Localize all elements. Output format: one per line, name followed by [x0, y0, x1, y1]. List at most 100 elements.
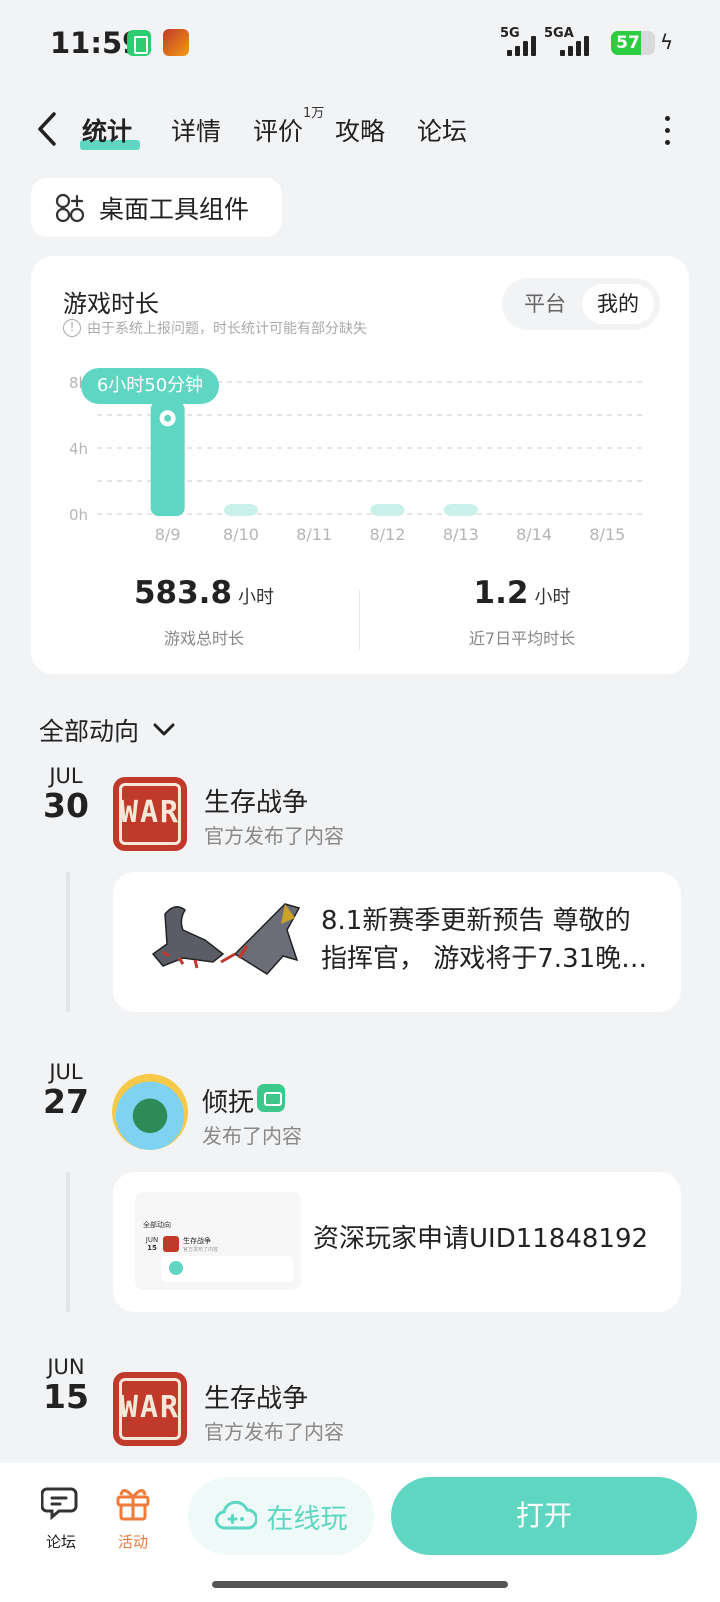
play-online-button[interactable]: 在线玩 [188, 1477, 374, 1555]
feed-date-month: JUL [49, 1060, 83, 1084]
battery-icon: 57 [611, 31, 655, 55]
thumb-game-avatar [163, 1236, 179, 1252]
verified-player-icon [257, 1084, 285, 1112]
selected-bar-marker-dot [164, 414, 172, 422]
battery-level: 57 [616, 33, 640, 53]
info-icon: ! [63, 319, 81, 337]
open-game-button[interactable]: 打开 [391, 1477, 697, 1555]
more-menu-icon[interactable] [665, 116, 671, 146]
signal-5ga-icon [560, 34, 589, 56]
y-tick-label: 0h [69, 506, 88, 524]
user-avatar[interactable] [112, 1074, 188, 1150]
charging-icon: ϟ [660, 30, 674, 54]
x-tick-label: 8/10 [223, 525, 259, 544]
feed-author-subtitle: 官方发布了内容 [204, 1420, 344, 1444]
post-card[interactable]: 全部动向 JUN 15 生存战争 官方发布了内容 资深玩家申请UID1184819… [113, 1172, 681, 1312]
top-nav: 统计 详情 评价 1万 攻略 论坛 [0, 100, 720, 160]
game-avatar-text: WAR [119, 795, 181, 830]
timeline-line [66, 872, 70, 1012]
game-avatar[interactable]: WAR [113, 1372, 187, 1446]
avg-play-time-value: 1.2 [473, 575, 529, 611]
desktop-widget-label: 桌面工具组件 [99, 194, 250, 224]
feed-date-month: JUN [47, 1355, 85, 1379]
total-play-time-caption: 游戏总时长 [163, 629, 244, 648]
platform-mine-toggle: 平台 我的 [502, 278, 660, 330]
x-tick-label: 8/13 [443, 525, 479, 544]
timeline-line [66, 1172, 70, 1312]
play-online-label: 在线玩 [266, 1503, 348, 1535]
home-indicator[interactable] [212, 1581, 508, 1588]
gift-icon [116, 1489, 150, 1521]
x-tick-label: 8/9 [155, 525, 181, 544]
play-time-note-text: 由于系统上报问题，时长统计可能有部分缺失 [87, 321, 367, 337]
total-play-time-value: 583.8 [133, 575, 233, 611]
chart-bar[interactable] [370, 504, 405, 516]
thumb-date: JUN 15 [143, 1236, 161, 1252]
feed-date: JUN 15 [36, 1355, 96, 1415]
forum-chat-icon [40, 1487, 78, 1521]
avg-play-time-caption: 近7日平均时长 [468, 629, 576, 648]
post-card[interactable]: 8.1新赛季更新预告 尊敬的 指挥官， 游戏将于7.31晚… [113, 872, 681, 1012]
forum-nav-label: 论坛 [45, 1533, 76, 1551]
game-app-icon [163, 29, 189, 56]
post-text-line2: 指挥官， 游戏将于7.31晚… [321, 944, 648, 974]
widgets-icon [55, 193, 85, 222]
toggle-platform[interactable]: 平台 [510, 284, 580, 324]
feed-author-subtitle: 发布了内容 [202, 1124, 302, 1148]
activity-nav-label: 活动 [117, 1533, 148, 1551]
feed-date: JUL 27 [36, 1060, 96, 1120]
feed-date-day: 27 [43, 1082, 89, 1121]
notification-app-icon [127, 30, 151, 56]
y-tick-label: 4h [69, 440, 88, 458]
x-tick-label: 8/15 [589, 525, 625, 544]
activity-nav-button[interactable]: 活动 [103, 1485, 163, 1552]
feed-date-month: JUL [49, 764, 83, 788]
post-thumbnail: 全部动向 JUN 15 生存战争 官方发布了内容 [135, 1192, 301, 1290]
play-time-note: ! 由于系统上报问题，时长统计可能有部分缺失 [63, 318, 367, 338]
status-bar: 11:59 5G 5GA 57 ϟ [0, 0, 720, 90]
forum-nav-button[interactable]: 论坛 [31, 1485, 91, 1552]
tab-details[interactable]: 详情 [171, 112, 221, 148]
toggle-mine[interactable]: 我的 [582, 284, 654, 324]
feed-date-day: 15 [43, 1377, 89, 1416]
signal-5g-icon [507, 34, 536, 56]
post-text: 资深玩家申请UID11848192 [313, 1224, 649, 1254]
feed-author-name[interactable]: 生存战争 [204, 1378, 308, 1415]
tab-stats[interactable]: 统计 [82, 112, 132, 148]
x-tick-label: 8/12 [370, 525, 406, 544]
feed-date-day: 30 [43, 786, 89, 825]
feed-date: JUL 30 [36, 764, 96, 824]
game-avatar[interactable]: WAR [113, 777, 187, 851]
reviews-count-badge: 1万 [303, 106, 325, 121]
tab-guides[interactable]: 攻略 [335, 112, 385, 148]
chart-bar[interactable] [223, 504, 258, 516]
bar-tooltip: 6小时50分钟 [81, 368, 219, 404]
total-play-time: 583.8 小时 游戏总时长 [44, 575, 364, 649]
avg-play-time-unit: 小时 [534, 587, 571, 608]
tab-forum[interactable]: 论坛 [417, 112, 467, 148]
feed-filter-dropdown[interactable]: 全部动向 [39, 712, 175, 748]
thumb-link-icon [169, 1261, 183, 1275]
post-text-line1: 8.1新赛季更新预告 尊敬的 [321, 906, 631, 936]
x-tick-label: 8/11 [296, 525, 332, 544]
thumb-filter-label: 全部动向 [143, 1221, 171, 1229]
chevron-down-icon [153, 723, 175, 736]
metric-divider [359, 590, 360, 650]
thumb-game-name: 生存战争 [183, 1237, 211, 1245]
feed-author-name[interactable]: 倾抚 [202, 1082, 254, 1119]
feed-filter-label: 全部动向 [39, 717, 140, 746]
x-tick-label: 8/14 [516, 525, 552, 544]
back-arrow-icon[interactable] [36, 112, 58, 146]
tab-reviews[interactable]: 评价 [253, 112, 303, 148]
chart-bar[interactable] [443, 504, 478, 516]
post-text: 8.1新赛季更新预告 尊敬的 指挥官， 游戏将于7.31晚… [321, 902, 647, 978]
post-thumbnail [151, 903, 301, 975]
thumb-date-day: 15 [147, 1244, 157, 1252]
play-time-title: 游戏时长 [63, 290, 159, 318]
avg-play-time: 1.2 小时 近7日平均时长 [362, 575, 682, 649]
thumb-game-sub: 官方发布了内容 [183, 1247, 219, 1253]
game-avatar-text: WAR [119, 1390, 181, 1425]
feed-author-subtitle: 官方发布了内容 [204, 824, 344, 848]
desktop-widget-button[interactable]: 桌面工具组件 [31, 178, 282, 237]
feed-author-name[interactable]: 生存战争 [204, 782, 308, 819]
